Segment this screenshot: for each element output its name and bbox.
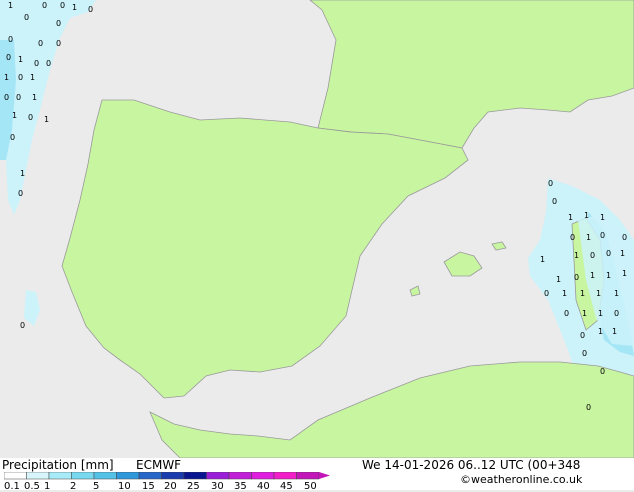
precip-value-marker: 0: [622, 233, 627, 242]
precip-value-marker: 0: [614, 309, 619, 318]
color-scale-swatch: [48, 472, 72, 480]
color-scale-swatch: [138, 472, 162, 480]
precip-value-marker: 0: [8, 35, 13, 44]
legend-title: Precipitation [mm]: [2, 458, 114, 472]
precip-value-marker: 0: [38, 39, 43, 48]
precip-value-marker: 1: [540, 255, 545, 264]
credit: ©weatheronline.co.uk: [460, 473, 583, 486]
precip-value-marker: 1: [584, 211, 589, 220]
precip-value-marker: 1: [614, 289, 619, 298]
precip-value-marker: 0: [4, 93, 9, 102]
precip-value-marker: 0: [570, 233, 575, 242]
precip-value-marker: 1: [8, 1, 13, 10]
precip-value-marker: 1: [600, 213, 605, 222]
valid-time: We 14-01-2026 06..12 UTC (00+348: [362, 458, 581, 472]
precip-value-marker: 0: [600, 231, 605, 240]
color-scale-tick-label: 1: [44, 481, 51, 492]
precip-value-marker: 1: [598, 309, 603, 318]
color-scale-swatch: [183, 472, 207, 480]
color-scale-tick-label: 35: [234, 481, 247, 492]
color-scale-tick-label: 20: [164, 481, 177, 492]
precip-value-marker: 1: [4, 73, 9, 82]
color-scale-tick-label: 5: [93, 481, 100, 492]
precip-value-marker: 1: [612, 327, 617, 336]
precip-value-marker: 0: [552, 197, 557, 206]
precip-value-marker: 1: [606, 271, 611, 280]
precip-value-marker: 1: [32, 93, 37, 102]
precip-value-marker: 1: [44, 115, 49, 124]
precip-value-marker: 0: [600, 367, 605, 376]
precip-value-marker: 0: [46, 59, 51, 68]
precip-value-marker: 1: [586, 233, 591, 242]
precip-value-marker: 1: [18, 55, 23, 64]
color-scale-tick-label: 0.1: [4, 481, 20, 492]
color-scale-swatch: [273, 472, 297, 480]
color-scale-tick-label: 10: [118, 481, 131, 492]
color-scale-tick-label: 2: [70, 481, 77, 492]
precip-value-marker: 0: [544, 289, 549, 298]
precip-value-marker: 1: [620, 249, 625, 258]
precip-value-marker: 0: [16, 93, 21, 102]
color-scale-swatch: [93, 472, 117, 480]
precip-value-marker: 1: [590, 271, 595, 280]
color-scale-arrow: [319, 472, 330, 479]
color-scale-swatch: [71, 472, 95, 480]
color-scale-tick-label: 25: [187, 481, 200, 492]
precipitation-map: 1 0 0 1 0000 0 00 1 0 01 0 10 0 11 0 10100 001 1 10 1 0 01 1 0…: [0, 0, 634, 458]
precip-value-marker: 0: [6, 53, 11, 62]
model-name: ECMWF: [136, 458, 182, 472]
color-scale-tick-label: 15: [142, 481, 155, 492]
color-scale-swatch: [206, 472, 230, 480]
precip-value-marker: 0: [590, 251, 595, 260]
color-scale-swatch: [296, 472, 320, 480]
precip-value-marker: 0: [24, 13, 29, 22]
precip-value-marker: 1: [574, 251, 579, 260]
color-scale-swatch: [116, 472, 140, 480]
precip-value-marker: 0: [18, 73, 23, 82]
precip-value-marker: 1: [20, 169, 25, 178]
precip-value-marker: 0: [42, 1, 47, 10]
precip-value-marker: 1: [72, 3, 77, 12]
precip-value-marker: 1: [598, 327, 603, 336]
color-scale-swatch: [251, 472, 275, 480]
precip-value-marker: 1: [556, 275, 561, 284]
precip-value-marker: 0: [564, 309, 569, 318]
color-scale-swatch: [4, 472, 27, 480]
precip-value-marker: 0: [60, 1, 65, 10]
color-scale-swatch: [26, 472, 50, 480]
precip-value-marker: 1: [12, 111, 17, 120]
color-scale-tick-label: 40: [257, 481, 270, 492]
precip-value-marker: 0: [606, 249, 611, 258]
precip-value-marker: 1: [596, 289, 601, 298]
precip-value-marker: 0: [586, 403, 591, 412]
color-scale-tick-label: 50: [304, 481, 317, 492]
precip-value-marker: 0: [20, 321, 25, 330]
precip-value-marker: 0: [574, 273, 579, 282]
color-scale-tick-label: 30: [211, 481, 224, 492]
precip-value-marker: 0: [34, 59, 39, 68]
color-scale-tick-label: 45: [280, 481, 293, 492]
precip-value-marker: 1: [30, 73, 35, 82]
precip-value-marker: 0: [56, 19, 61, 28]
precip-value-marker: 0: [88, 5, 93, 14]
precip-value-marker: 1: [622, 269, 627, 278]
precip-value-marker: 1: [582, 309, 587, 318]
precip-value-marker: 1: [568, 213, 573, 222]
color-scale-swatch: [161, 472, 185, 480]
color-scale-swatch: [228, 472, 252, 480]
precip-value-marker: 0: [18, 189, 23, 198]
precip-value-marker: 0: [548, 179, 553, 188]
color-scale-tick-label: 0.5: [24, 481, 40, 492]
precip-value-marker: 0: [10, 133, 15, 142]
precip-value-marker: 0: [582, 349, 587, 358]
precip-value-marker: 0: [580, 331, 585, 340]
precip-value-marker: 0: [28, 113, 33, 122]
precip-value-marker: 1: [580, 289, 585, 298]
precip-value-marker: 1: [562, 289, 567, 298]
precip-value-marker: 0: [56, 39, 61, 48]
